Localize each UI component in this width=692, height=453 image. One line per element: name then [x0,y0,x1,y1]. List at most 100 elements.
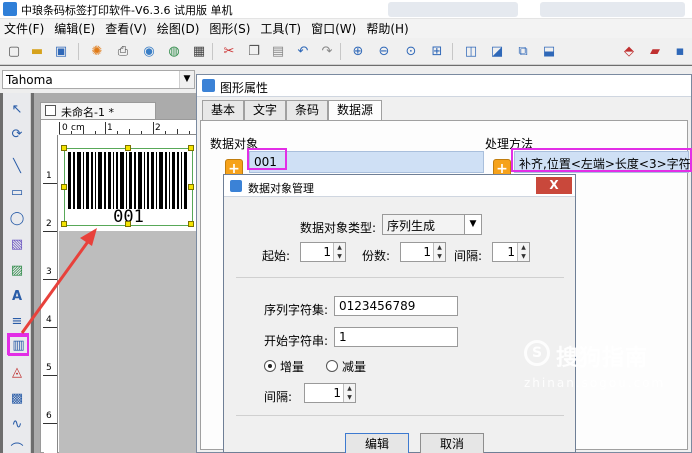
spinner-arrows-icon[interactable]: ▲ ▼ [433,243,445,261]
barcode-object[interactable]: 001 [61,145,194,227]
interval-spinner[interactable]: 1 ▲ ▼ [492,242,530,262]
chevron-down-icon[interactable]: ▼ [179,71,194,88]
rotate-icon[interactable]: ⟳ [7,124,27,144]
settings-icon[interactable]: ✺ [89,43,105,59]
barcode-bars [68,152,187,209]
type-select[interactable]: 序列生成 ▼ [382,214,482,235]
grid-icon[interactable]: ▦ [191,43,207,59]
select-pointer-icon[interactable]: ↖ [7,99,27,119]
selection-handle[interactable] [61,145,67,151]
ungroup-icon[interactable]: ◪ [489,43,505,59]
start-value: 1 [323,245,331,259]
align-icon[interactable]: ⧉ [515,43,531,59]
watermark-text: 搜狗指南 [556,346,649,371]
menu-tools[interactable]: 工具(T) [260,20,301,37]
selection-handle[interactable] [188,221,194,227]
new-icon[interactable]: ▢ [6,43,22,59]
paragraph-icon[interactable]: ≡ [7,311,27,331]
menu-edit[interactable]: 编辑(E) [54,20,95,37]
data-source-icon[interactable]: ◍ [166,43,182,59]
window-icon [230,180,242,192]
app-title: 中琅条码标签打印软件-V6.3.6 试用版 单机 [21,4,233,17]
print-icon[interactable]: ⎙ [115,43,131,59]
start-string-input[interactable]: 1 [334,327,458,347]
charset-value: 0123456789 [339,299,416,313]
tab-basic[interactable]: 基本 [202,100,244,120]
selection-handle[interactable] [188,184,194,190]
horizontal-ruler: 0 cm 1 2 [59,122,201,135]
menu-shape[interactable]: 图形(S) [209,20,250,37]
chevron-down-icon[interactable]: ▼ [464,215,481,234]
cancel-button[interactable]: 取消 [420,433,484,453]
spinner-arrows-icon[interactable]: ▲ ▼ [343,384,355,402]
selection-handle[interactable] [61,221,67,227]
copy-icon[interactable]: ❐ [246,43,262,59]
font-family-select[interactable]: Tahoma ▼ [2,70,195,89]
interval2-spinner[interactable]: 1 ▲ ▼ [304,383,356,403]
charset-label: 序列字符集: [264,303,329,317]
rectangle-icon[interactable]: ▭ [7,182,27,202]
selection-handle[interactable] [125,221,131,227]
zoom-in-icon[interactable]: ⊕ [350,43,366,59]
zoom-actual-icon[interactable]: ⊞ [429,43,445,59]
zoom-fit-icon[interactable]: ⊙ [403,43,419,59]
paste-icon[interactable]: ▤ [270,43,286,59]
ellipse-icon[interactable]: ◯ [7,208,27,228]
redo-icon[interactable]: ↷ [319,43,335,59]
more-icon[interactable]: ▪ [672,43,688,59]
edit-button[interactable]: 编辑 [345,433,409,453]
save-icon[interactable]: ▣ [53,43,69,59]
document-tab[interactable]: 未命名-1 * [40,102,156,119]
ruler-label: 2 [155,123,161,133]
tool-palette: ↖ ⟳ ╲ ▭ ◯ ▧ ▨ A ≡ ▥ ◬ ▩ ∿ ⌒ [3,93,31,453]
delete-icon[interactable]: ⬘ [621,43,637,59]
highlight-box [247,148,287,170]
start-spinner[interactable]: 1 ▲ ▼ [300,242,346,262]
decrease-radio[interactable] [326,360,338,372]
document-area: 未命名-1 * 0 cm 1 2 1 2 3 4 5 6 [34,93,201,453]
font-family-value: Tahoma [6,73,53,87]
line-icon[interactable]: ╲ [7,156,27,176]
photo-icon[interactable]: ▨ [7,260,27,280]
qrcode-icon[interactable]: ▩ [7,388,27,408]
zoom-out-icon[interactable]: ⊖ [376,43,392,59]
spinner-arrows-icon[interactable]: ▲ ▼ [517,243,529,261]
eraser-icon[interactable]: ▰ [647,43,663,59]
tab-text[interactable]: 文字 [244,100,286,120]
cut-icon[interactable]: ✂ [221,43,237,59]
ruler-label: 1 [46,171,52,181]
text-icon[interactable]: A [7,286,27,306]
start-string-label: 开始字符串: [264,334,329,348]
undo-icon[interactable]: ↶ [295,43,311,59]
properties-title: 图形属性 [220,81,269,95]
tab-barcode[interactable]: 条码 [286,100,328,120]
database-icon[interactable]: ◉ [141,43,157,59]
watermark: S 搜狗指南 zhinan.sogou.com [524,340,692,410]
charset-input[interactable]: 0123456789 [334,296,458,316]
ruler-label: 1 [107,123,113,133]
tab-data-source[interactable]: 数据源 [328,100,382,121]
open-icon[interactable]: ▬ [29,43,45,59]
properties-title-bar: 图形属性 [197,75,691,97]
group-icon[interactable]: ◫ [463,43,479,59]
selection-handle[interactable] [125,145,131,151]
curve-icon[interactable]: ◬ [7,362,27,382]
arc-icon[interactable]: ⌒ [7,438,27,453]
selection-handle[interactable] [61,184,67,190]
selection-handle[interactable] [188,145,194,151]
menu-draw[interactable]: 绘图(D) [157,20,200,37]
polyline-icon[interactable]: ∿ [7,414,27,434]
lock-icon[interactable]: ⬓ [541,43,557,59]
copies-spinner[interactable]: 1 ▲ ▼ [400,242,446,262]
image-icon[interactable]: ▧ [7,234,27,254]
close-button[interactable]: X [536,177,572,194]
menu-window[interactable]: 窗口(W) [311,20,356,37]
copies-label: 份数: [362,249,391,263]
toolbar: ▢ ▬ ▣ ✺ ⎙ ◉ ◍ ▦ ✂ ❐ ▤ ↶ ↷ ⊕ ⊖ ⊙ ⊞ ◫ ◪ ⧉ … [0,38,692,65]
menu-view[interactable]: 查看(V) [105,20,147,37]
spinner-arrows-icon[interactable]: ▲ ▼ [333,243,345,261]
menu-file[interactable]: 文件(F) [4,20,44,37]
increase-radio[interactable] [264,360,276,372]
menu-help[interactable]: 帮助(H) [366,20,408,37]
ruler-label: 4 [46,315,52,325]
